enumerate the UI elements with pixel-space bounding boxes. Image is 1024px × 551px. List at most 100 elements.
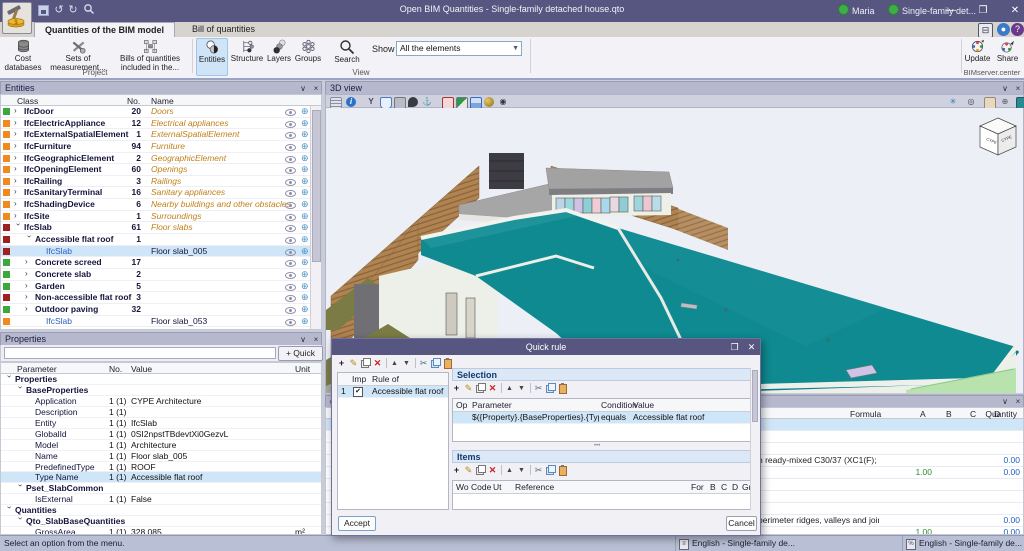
entity-class-label[interactable]: IfcElectricAppliance [24, 118, 105, 129]
property-row[interactable]: ›Pset_SlabCommon [1, 483, 321, 494]
locate-target-icon[interactable]: ⊕ [301, 199, 309, 210]
rule-checkbox[interactable]: ✔ [353, 387, 363, 397]
splitter-handle[interactable]: ••• [594, 445, 608, 448]
entity-class-label[interactable]: IfcFurniture [24, 141, 71, 152]
visibility-eye-icon[interactable] [285, 144, 296, 151]
entity-row[interactable]: ›IfcSanitaryTerminal16Sanitary appliance… [1, 187, 321, 199]
info-icon[interactable]: i [346, 97, 356, 107]
window-layout-icon[interactable]: ⊟ [978, 23, 993, 38]
property-row[interactable]: ›Qto_SlabBaseQuantities [1, 516, 321, 527]
locate-target-icon[interactable]: ⊕ [301, 304, 309, 315]
locate-target-icon[interactable]: ⊕ [301, 246, 309, 257]
locate-target-icon[interactable]: ⊕ [301, 187, 309, 198]
entity-row[interactable]: ›IfcFurniture94Furniture⊕ [1, 141, 321, 153]
visibility-eye-icon[interactable] [285, 319, 296, 326]
entity-row[interactable]: ›Outdoor paving32⊕ [1, 304, 321, 316]
visibility-eye-icon[interactable] [285, 109, 296, 116]
dialog-title-bar[interactable]: Quick rule [332, 339, 760, 355]
entity-class-label[interactable]: IfcExternalSpatialElement [24, 129, 128, 140]
entity-instance-link[interactable]: IfcSlab [46, 246, 72, 257]
status-segment-1[interactable]: ≡ English - Single-family de... [675, 536, 917, 551]
locate-target-icon[interactable]: ⊕ [301, 222, 309, 233]
move-up-icon[interactable]: ▲ [505, 465, 514, 475]
add-icon[interactable]: + [452, 383, 461, 393]
move-up-icon[interactable]: ▲ [505, 383, 514, 393]
entity-class-label[interactable]: Outdoor paving [35, 304, 98, 315]
entity-class-label[interactable]: Concrete screed [35, 257, 102, 268]
tab-quantities-bim-model[interactable]: Quantities of the BIM model [34, 22, 175, 38]
copy-icon[interactable] [546, 383, 555, 393]
entity-row[interactable]: ›IfcExternalSpatialElement1ExternalSpati… [1, 129, 321, 141]
property-row[interactable]: PredefinedType1 (1)ROOF [1, 462, 321, 473]
zoom-extents-icon[interactable]: ✳ [948, 97, 958, 107]
delete-icon[interactable]: ✕ [373, 358, 382, 368]
locate-target-icon[interactable]: ⊕ [301, 106, 309, 117]
entity-class-label[interactable]: IfcSlab [24, 222, 52, 233]
zoom-window-icon[interactable]: ◎ [966, 97, 976, 107]
visibility-eye-icon[interactable] [285, 214, 296, 221]
tab-bill-of-quantities[interactable]: Bill of quantities [182, 22, 265, 37]
cut-icon[interactable]: ✂ [534, 465, 543, 475]
locate-target-icon[interactable]: ⊕ [301, 118, 309, 129]
delete-icon[interactable]: ✕ [488, 465, 497, 475]
entity-class-label[interactable]: IfcSanitaryTerminal [24, 187, 102, 198]
entity-class-label[interactable]: Non-accessible flat roof [35, 292, 131, 303]
entity-class-label[interactable]: IfcShadingDevice [24, 199, 95, 210]
expand-icon[interactable]: › [14, 141, 22, 151]
expand-icon[interactable]: › [25, 292, 33, 302]
entity-class-label[interactable]: IfcRailing [24, 176, 62, 187]
property-row[interactable]: Description1 (1) [1, 407, 321, 418]
add-icon[interactable]: + [337, 358, 346, 368]
collapse-icon[interactable]: › [15, 517, 25, 525]
duplicate-icon[interactable] [476, 383, 485, 393]
entity-row[interactable]: ›IfcDoor20Doors⊕ [1, 106, 321, 118]
entity-class-label[interactable]: IfcDoor [24, 106, 54, 117]
cancel-button[interactable]: Cancel [726, 516, 757, 531]
visibility-eye-icon[interactable] [285, 284, 296, 291]
orbit-icon[interactable] [408, 97, 418, 107]
edit-icon[interactable]: ✎ [349, 358, 358, 368]
property-row[interactable]: ›Properties [1, 374, 321, 385]
entities-scrollbar[interactable] [310, 106, 321, 329]
locate-target-icon[interactable]: ⊕ [301, 129, 309, 140]
expand-icon[interactable]: › [25, 281, 33, 291]
entity-row[interactable]: ›IfcGeographicElement2GeographicElement⊕ [1, 153, 321, 165]
quick-rule-button[interactable]: + Quick rule [278, 346, 323, 361]
visibility-eye-icon[interactable] [285, 156, 296, 163]
visibility-eye-icon[interactable] [285, 249, 296, 256]
copy-icon[interactable] [546, 465, 555, 475]
locate-target-icon[interactable]: ⊕ [301, 153, 309, 164]
visibility-eye-icon[interactable] [285, 132, 296, 139]
locate-target-icon[interactable]: ⊕ [301, 176, 309, 187]
move-up-icon[interactable]: ▲ [390, 358, 399, 368]
entity-row[interactable]: ›IfcShadingDevice6Nearby buildings and o… [1, 199, 321, 211]
entity-class-label[interactable]: IfcSpace [24, 327, 59, 330]
locate-target-icon[interactable]: ⊕ [301, 292, 309, 303]
move-down-icon[interactable]: ▼ [517, 465, 526, 475]
save-icon[interactable] [36, 3, 50, 17]
properties-filter-input[interactable] [4, 347, 276, 359]
add-icon[interactable]: + [452, 465, 461, 475]
property-row[interactable]: ›BaseProperties [1, 385, 321, 396]
help-icon[interactable]: ? [1011, 23, 1024, 36]
entity-row[interactable]: ›IfcSlab61Floor slabs⊕ [1, 222, 321, 234]
expand-icon[interactable]: › [14, 164, 22, 174]
entity-row[interactable]: IfcSlabFloor slab_053⊕ [1, 316, 321, 328]
expand-icon[interactable]: › [14, 199, 22, 209]
property-row[interactable]: GlobalId1 (1)0SI2npstTBdevtXi0GezvL [1, 429, 321, 440]
selection-row[interactable]: $({Property}.{BaseProperties}.{Type Name… [453, 412, 753, 424]
entity-class-label[interactable]: Garden [35, 281, 65, 292]
entity-row[interactable]: ›Accessible flat roof1⊕ [1, 234, 321, 246]
expand-icon[interactable]: › [14, 129, 22, 139]
move-down-icon[interactable]: ▼ [517, 383, 526, 393]
close-button[interactable]: ✕ [1000, 0, 1024, 22]
collapse-icon[interactable]: › [4, 506, 14, 514]
expand-icon[interactable]: › [14, 187, 22, 197]
property-row[interactable]: Application1 (1)CYPE Architecture [1, 396, 321, 407]
locate-target-icon[interactable]: ⊕ [301, 164, 309, 175]
locate-target-icon[interactable]: ⊕ [301, 141, 309, 152]
cut-icon[interactable]: ✂ [419, 358, 428, 368]
locate-target-icon[interactable]: ⊕ [301, 234, 309, 245]
paste-icon[interactable] [558, 465, 567, 475]
web-icon[interactable]: ● [997, 23, 1010, 36]
